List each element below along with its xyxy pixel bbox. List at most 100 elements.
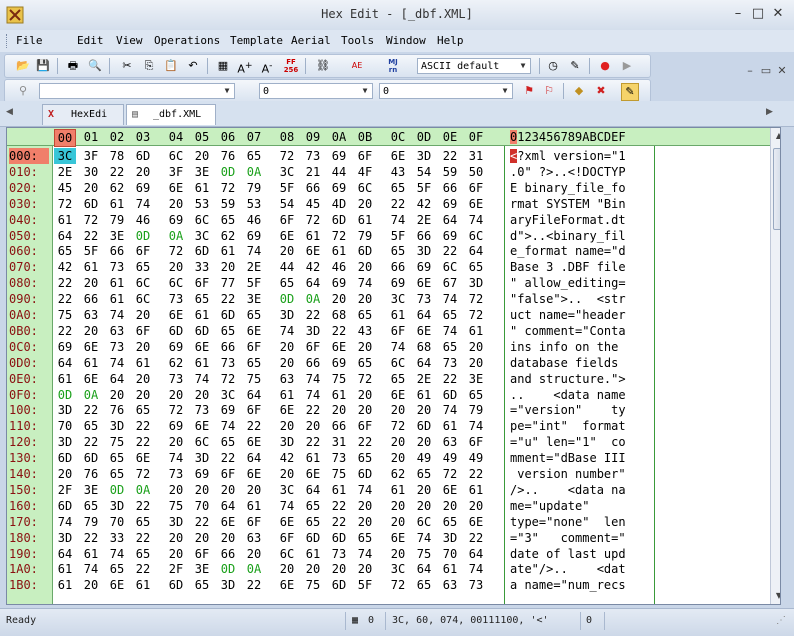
font-smaller-icon[interactable]: A-	[259, 58, 275, 76]
column-header-02[interactable]: 02	[106, 129, 128, 145]
hex-byte[interactable]: 72	[302, 212, 324, 228]
hex-byte[interactable]: 6F	[465, 434, 487, 450]
ascii-text[interactable]: ="version" ty	[510, 402, 626, 418]
hex-byte[interactable]: 22	[302, 402, 324, 418]
hex-byte[interactable]: 65	[354, 307, 376, 323]
hex-byte[interactable]: 20	[354, 196, 376, 212]
hex-byte[interactable]: 65	[54, 243, 76, 259]
hex-byte[interactable]: 20	[80, 577, 102, 593]
hex-byte[interactable]: 65	[132, 402, 154, 418]
ascii-text[interactable]: date of last upd	[510, 546, 626, 562]
hex-byte[interactable]: 73	[465, 577, 487, 593]
hex-byte[interactable]: 30	[80, 164, 102, 180]
hex-byte[interactable]: 22	[217, 450, 239, 466]
hex-byte[interactable]: 65	[302, 514, 324, 530]
hex-byte[interactable]: 72	[217, 371, 239, 387]
hex-byte[interactable]: 70	[106, 514, 128, 530]
hex-byte[interactable]: 68	[328, 307, 350, 323]
hex-byte[interactable]: 61	[191, 355, 213, 371]
column-header-09[interactable]: 09	[302, 129, 324, 145]
hex-byte[interactable]: 63	[439, 577, 461, 593]
hex-byte[interactable]: 6D	[328, 530, 350, 546]
ascii-text[interactable]: Base 3 .DBF file	[510, 259, 626, 275]
hex-byte[interactable]: 64	[54, 228, 76, 244]
hex-byte[interactable]: 46	[243, 212, 265, 228]
hex-byte[interactable]: 59	[217, 196, 239, 212]
column-header-0F[interactable]: 0F	[465, 129, 487, 145]
hex-byte[interactable]: 65	[243, 355, 265, 371]
hex-byte[interactable]: 69	[132, 180, 154, 196]
hex-byte[interactable]: 22	[80, 402, 102, 418]
ascii-text[interactable]: ate"/>.. <dat	[510, 561, 626, 577]
menu-aerial[interactable]: Aerial	[291, 34, 331, 47]
hex-byte[interactable]: 78	[106, 148, 128, 164]
hex-byte[interactable]: 20	[217, 530, 239, 546]
hex-byte[interactable]: 20	[132, 307, 154, 323]
hex-byte[interactable]: 20	[243, 546, 265, 562]
chevron-down-icon[interactable]: ▼	[517, 59, 529, 73]
ascii-text[interactable]: d">..<binary_fil	[510, 228, 626, 244]
hex-byte[interactable]: 69	[165, 418, 187, 434]
menu-edit[interactable]: Edit	[77, 34, 104, 47]
hex-byte[interactable]: 73	[217, 355, 239, 371]
hex-byte[interactable]: 6E	[191, 418, 213, 434]
ascii-text[interactable]: ="3" comment="	[510, 530, 626, 546]
print-preview-icon[interactable]: 🔍	[87, 58, 103, 74]
hex-byte[interactable]: 6C	[465, 228, 487, 244]
hex-byte[interactable]: 20	[465, 498, 487, 514]
hex-byte[interactable]: 74	[106, 307, 128, 323]
ff-256-icon[interactable]: FF 256	[283, 58, 299, 74]
hex-byte[interactable]: 74	[243, 243, 265, 259]
hex-byte[interactable]: 22	[54, 275, 76, 291]
hex-byte[interactable]: 72	[465, 291, 487, 307]
hex-editor-view[interactable]: 0123456789ABCDEF 00 01 02 03 04 05 06 07 08 09 0A 0…	[6, 127, 781, 605]
hex-byte[interactable]: 3D	[54, 402, 76, 418]
hex-byte[interactable]: 20	[439, 498, 461, 514]
hex-byte[interactable]: 50	[465, 164, 487, 180]
hex-byte[interactable]: 61	[465, 323, 487, 339]
hex-byte[interactable]: 74	[191, 371, 213, 387]
hex-byte[interactable]: 69	[217, 402, 239, 418]
hex-byte[interactable]: 45	[302, 196, 324, 212]
hex-byte[interactable]: 61	[54, 577, 76, 593]
column-header-0D[interactable]: 0D	[413, 129, 435, 145]
hex-byte[interactable]: 65	[217, 212, 239, 228]
hex-byte[interactable]: 72	[80, 212, 102, 228]
hex-byte[interactable]: 54	[413, 164, 435, 180]
column-header-05[interactable]: 05	[191, 129, 213, 145]
hex-byte[interactable]: 22	[465, 466, 487, 482]
hex-byte[interactable]: 0A	[80, 387, 102, 403]
hex-byte[interactable]: 22	[191, 514, 213, 530]
hex-byte[interactable]: 20	[354, 402, 376, 418]
column-header-04[interactable]: 04	[165, 129, 187, 145]
hex-byte[interactable]: 77	[217, 275, 239, 291]
hex-byte[interactable]: 6E	[387, 387, 409, 403]
hex-byte[interactable]: 22	[328, 514, 350, 530]
hex-byte[interactable]: 61	[132, 577, 154, 593]
hex-byte[interactable]: 74	[465, 418, 487, 434]
hex-byte[interactable]: 5F	[354, 577, 376, 593]
hex-byte[interactable]: 6E	[217, 514, 239, 530]
hex-byte[interactable]: 66	[302, 355, 324, 371]
hex-byte[interactable]: 0D	[132, 228, 154, 244]
hex-byte[interactable]: 3D	[413, 243, 435, 259]
hex-byte[interactable]: 64	[106, 371, 128, 387]
hex-byte[interactable]: 20	[354, 259, 376, 275]
hex-byte[interactable]: 3F	[165, 164, 187, 180]
column-header-06[interactable]: 06	[217, 129, 239, 145]
paste-icon[interactable]: 📋	[163, 58, 179, 74]
hex-byte[interactable]: 73	[302, 148, 324, 164]
hex-byte[interactable]: 73	[439, 355, 461, 371]
menu-template[interactable]: Template	[230, 34, 283, 47]
scroll-down-icon[interactable]: ▼	[771, 588, 780, 604]
hex-byte[interactable]: 62	[217, 228, 239, 244]
hex-byte[interactable]: 3D	[276, 434, 298, 450]
hex-byte[interactable]: 74	[276, 323, 298, 339]
ascii-text[interactable]: "false">.. <str	[510, 291, 626, 307]
hex-byte[interactable]: 6E	[413, 275, 435, 291]
hex-byte[interactable]: 42	[413, 196, 435, 212]
link-icon[interactable]: ⛓	[315, 58, 331, 74]
hex-byte[interactable]: 33	[191, 259, 213, 275]
hex-byte[interactable]: 72	[132, 466, 154, 482]
hex-byte[interactable]: 21	[302, 164, 324, 180]
